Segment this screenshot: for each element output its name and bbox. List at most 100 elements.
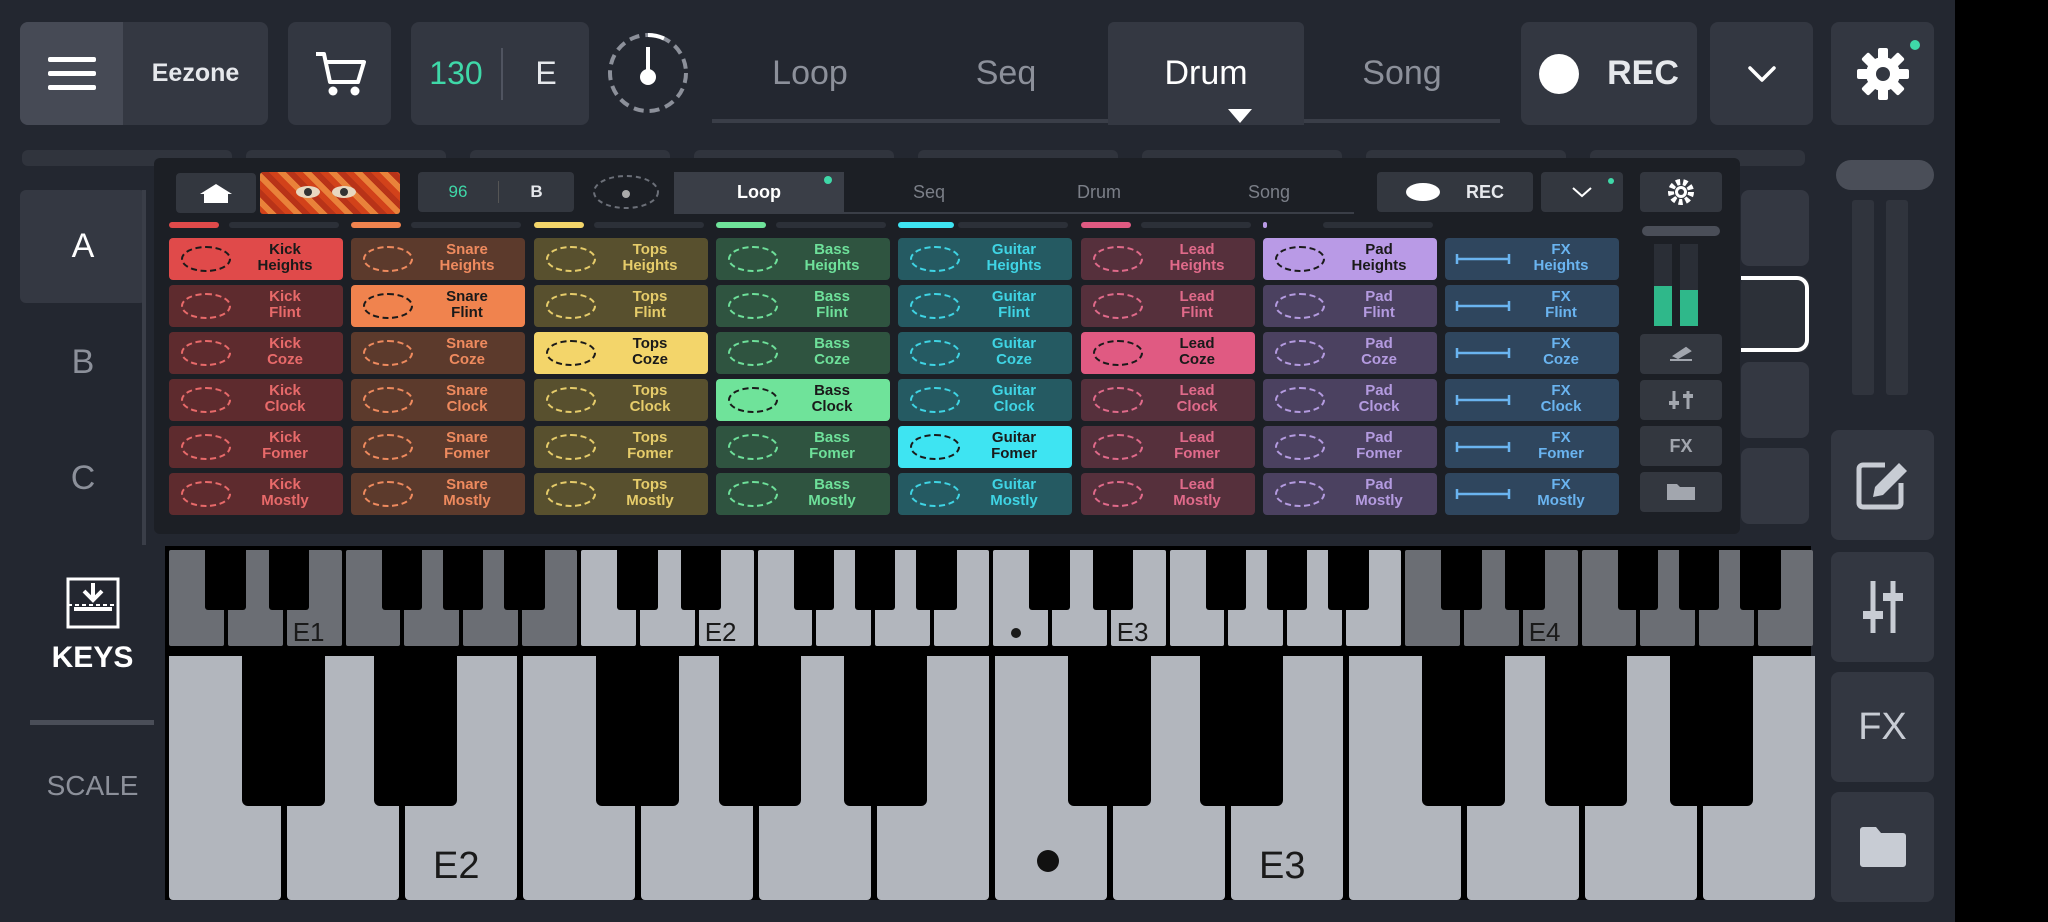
octave-black-key[interactable] <box>1093 550 1134 610</box>
octave-black-key[interactable] <box>1029 550 1070 610</box>
tab-drum[interactable]: Drum <box>1108 22 1304 125</box>
octave-black-key[interactable] <box>1328 550 1369 610</box>
section-scrollbar[interactable] <box>142 190 146 545</box>
project-name[interactable]: Eezone <box>123 22 268 125</box>
pad-instrument: Lead <box>1179 476 1215 493</box>
mixer-button[interactable] <box>1831 552 1934 662</box>
mini-settings <box>1640 172 1722 212</box>
tab-song[interactable]: Song <box>1304 22 1500 125</box>
pad-variation: Fomer <box>809 445 855 462</box>
black-key[interactable] <box>843 656 927 806</box>
master-fader[interactable] <box>1830 160 1934 400</box>
middle-c-marker-icon <box>1011 628 1021 638</box>
piano-keyboard[interactable]: E2 E3 <box>165 650 1815 900</box>
section-a[interactable]: A <box>20 190 146 303</box>
octave-black-key[interactable] <box>1206 550 1247 610</box>
fader-track-left <box>1852 200 1874 395</box>
tab-seq[interactable]: Seq <box>908 22 1104 125</box>
octave-black-key[interactable] <box>504 550 545 610</box>
octave-black-key[interactable] <box>1679 550 1720 610</box>
black-key[interactable] <box>242 656 325 806</box>
pad-variation: Clock <box>446 398 488 415</box>
octave-black-key[interactable] <box>794 550 835 610</box>
octave-black-key[interactable] <box>1505 550 1546 610</box>
column-activity-indicator <box>534 222 584 228</box>
section-b[interactable]: B <box>20 306 146 419</box>
scale-mode-button[interactable]: SCALE <box>20 770 165 802</box>
pad-variation: Clock <box>629 398 671 415</box>
fx-button[interactable]: FX <box>1831 672 1934 782</box>
pad-variation: Clock <box>1540 398 1582 415</box>
column-activity-indicator <box>169 222 219 228</box>
octave-black-key[interactable] <box>1267 550 1308 610</box>
metronome-icon[interactable] <box>606 31 690 115</box>
record-options-button[interactable] <box>1710 22 1813 125</box>
pad-variation: Fomer <box>627 445 673 462</box>
pad-variation: Flint <box>269 304 301 321</box>
black-key[interactable] <box>1544 656 1628 806</box>
settings-button[interactable] <box>1831 22 1934 125</box>
black-key[interactable] <box>596 656 679 806</box>
key-value: E <box>535 55 557 91</box>
octave-black-key[interactable] <box>1441 550 1482 610</box>
octave-black-key[interactable] <box>617 550 658 610</box>
pad-lead-coze: Lead Coze <box>1081 332 1255 374</box>
page-card[interactable] <box>1741 190 1809 266</box>
pad-instrument: Bass <box>814 429 850 446</box>
pad-lead-mostly: Lead Mostly <box>1081 473 1255 515</box>
loop-preview-image[interactable]: 96 B Loop Seq Drum Song REC Kick Heights K… <box>154 158 1740 534</box>
octave-label: E4 <box>1528 617 1561 647</box>
screen-edge <box>1955 0 2048 922</box>
octave-selector-keyboard[interactable]: E1 E2 E3 E4 <box>165 546 1813 650</box>
browser-button[interactable] <box>1831 792 1934 902</box>
store-button[interactable] <box>288 22 391 125</box>
octave-black-key[interactable] <box>269 550 310 610</box>
pad-ring-icon <box>1093 246 1143 272</box>
edit-button[interactable] <box>1831 430 1934 540</box>
edit-icon <box>1856 462 1907 510</box>
pad-instrument: Tops <box>632 429 668 446</box>
page-card-selected[interactable] <box>1741 276 1809 352</box>
black-key[interactable] <box>1422 656 1505 806</box>
octave-label: E3 <box>1116 617 1149 647</box>
record-button[interactable]: REC <box>1521 22 1697 125</box>
black-key[interactable] <box>1200 656 1283 806</box>
pad-ring-icon <box>546 434 596 460</box>
black-key[interactable] <box>718 656 802 806</box>
black-key[interactable] <box>1669 656 1753 806</box>
pad-variation: Mostly <box>1537 492 1585 509</box>
pad-instrument: Tops <box>632 382 668 399</box>
octave-black-key[interactable] <box>1618 550 1659 610</box>
pad-ring-icon <box>546 387 596 413</box>
octave-black-key[interactable] <box>443 550 484 610</box>
keys-mode-button[interactable]: KEYS <box>20 546 165 706</box>
column-activity-track <box>229 222 339 228</box>
octave-black-key[interactable] <box>681 550 722 610</box>
divider <box>30 720 154 725</box>
pad-variation: Fomer <box>262 445 308 462</box>
pad-ring-icon <box>1275 481 1325 507</box>
fader-knob[interactable] <box>1836 160 1934 190</box>
pad-tops-fomer: Tops Fomer <box>534 426 708 468</box>
section-c[interactable]: C <box>20 422 146 535</box>
pad-instrument: Guitar <box>991 288 1037 305</box>
octave-black-key[interactable] <box>855 550 896 610</box>
mini-notification-dot <box>1608 178 1614 184</box>
octave-black-key[interactable] <box>382 550 423 610</box>
black-key[interactable] <box>374 656 457 806</box>
tab-loop[interactable]: Loop <box>712 22 908 125</box>
pad-instrument: Kick <box>269 288 301 305</box>
pad-instrument: Tops <box>632 288 668 305</box>
menu-button[interactable] <box>20 22 123 125</box>
pad-ring-icon <box>910 387 960 413</box>
octave-black-key[interactable] <box>205 550 246 610</box>
mini-chevron-down-icon <box>1572 187 1592 198</box>
octave-black-key[interactable] <box>1740 550 1781 610</box>
page-card[interactable] <box>1741 448 1809 524</box>
black-key[interactable] <box>1068 656 1151 806</box>
pad-fx-flint: FX Flint <box>1445 285 1619 327</box>
pad-instrument: Kick <box>269 429 301 446</box>
page-card[interactable] <box>1741 362 1809 438</box>
octave-black-key[interactable] <box>916 550 957 610</box>
tempo-key-button[interactable]: 130 E <box>411 22 589 125</box>
